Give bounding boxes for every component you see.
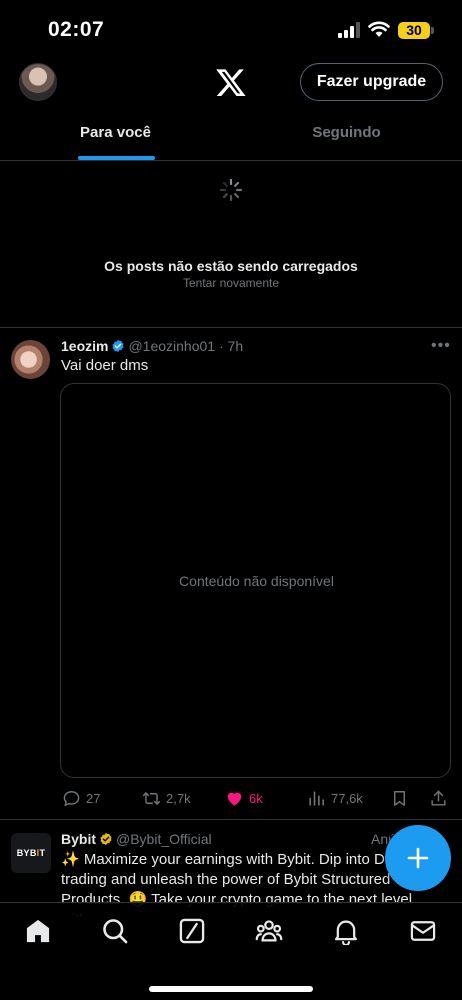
tab-following[interactable]: Seguindo xyxy=(231,112,462,160)
home-indicator xyxy=(149,986,313,992)
post-author-handle: @1eozinho01 xyxy=(128,338,216,354)
verified-badge-icon xyxy=(112,339,125,353)
upgrade-button[interactable]: Fazer upgrade xyxy=(300,63,443,101)
post-actions: 27 2,7k 6k 77,6k xyxy=(60,787,455,809)
bottom-navigation xyxy=(0,902,462,1000)
post-author-avatar[interactable] xyxy=(11,340,50,379)
profile-avatar[interactable] xyxy=(19,63,57,101)
share-button[interactable] xyxy=(429,787,448,809)
timeline-tabs: Para você Seguindo xyxy=(0,112,462,161)
post[interactable]: 1eozim @1eozinho01 · 7h ••• Vai doer dms … xyxy=(0,329,462,820)
status-bar: 02:07 30 xyxy=(0,0,462,58)
post-media-unavailable: Conteúdo não disponível xyxy=(60,383,451,778)
avatar-logo-text: BYB xyxy=(16,848,37,858)
post-text: Vai doer dms xyxy=(61,357,149,374)
notice-title: Os posts não estão sendo carregados xyxy=(104,258,358,274)
post-author-name[interactable]: 1eozim xyxy=(61,338,108,354)
views-chart-icon xyxy=(309,790,325,806)
avatar-logo-text-end: T xyxy=(39,848,46,858)
like-count: 6k xyxy=(249,790,263,806)
search-icon[interactable] xyxy=(101,917,129,945)
views-button[interactable]: 77,6k xyxy=(307,787,363,809)
cellular-signal-icon xyxy=(338,22,360,38)
share-icon xyxy=(431,790,446,806)
tab-for-you[interactable]: Para você xyxy=(0,112,231,160)
home-icon[interactable] xyxy=(24,917,52,945)
bookmark-button[interactable] xyxy=(390,787,409,809)
loading-spinner-icon xyxy=(219,178,243,202)
x-logo-icon xyxy=(216,69,246,96)
communities-icon[interactable] xyxy=(255,917,283,945)
more-options-icon[interactable]: ••• xyxy=(431,337,451,355)
active-tab-indicator xyxy=(78,156,155,160)
post-separator: · xyxy=(218,338,224,354)
reply-count: 27 xyxy=(86,790,101,806)
reply-button[interactable]: 27 xyxy=(62,787,100,809)
post-header: Bybit @Bybit_Official xyxy=(61,831,212,847)
post-header: 1eozim @1eozinho01 · 7h xyxy=(61,338,243,354)
plus-icon xyxy=(407,847,429,869)
top-header: Fazer upgrade xyxy=(0,58,462,108)
post-time: 7h xyxy=(227,338,244,354)
repost-button[interactable]: 2,7k xyxy=(142,787,191,809)
repost-icon xyxy=(142,791,161,805)
posts-error-notice: Os posts não estão sendo carregados Tent… xyxy=(0,162,462,328)
media-unavailable-text: Conteúdo não disponível xyxy=(179,573,334,589)
status-time: 02:07 xyxy=(48,18,105,41)
views-count: 77,6k xyxy=(331,790,363,806)
battery-tip xyxy=(431,27,434,34)
compose-post-button[interactable] xyxy=(385,825,451,891)
wifi-icon xyxy=(368,21,390,37)
notifications-bell-icon[interactable] xyxy=(332,917,360,945)
bookmark-icon xyxy=(394,790,405,806)
repost-count: 2,7k xyxy=(166,790,191,806)
retry-link[interactable]: Tentar novamente xyxy=(0,276,462,290)
grok-icon[interactable] xyxy=(178,917,206,945)
reply-icon xyxy=(63,790,80,806)
battery-indicator: 30 xyxy=(398,22,430,39)
advertiser-avatar[interactable]: BYBIT xyxy=(11,833,51,873)
post-author-name[interactable]: Bybit xyxy=(61,831,96,847)
gold-verified-badge-icon xyxy=(100,832,112,846)
like-button[interactable]: 6k xyxy=(225,787,263,809)
post-author-handle: @Bybit_Official xyxy=(116,831,212,847)
messages-envelope-icon[interactable] xyxy=(409,917,437,945)
heart-filled-icon xyxy=(227,792,242,806)
